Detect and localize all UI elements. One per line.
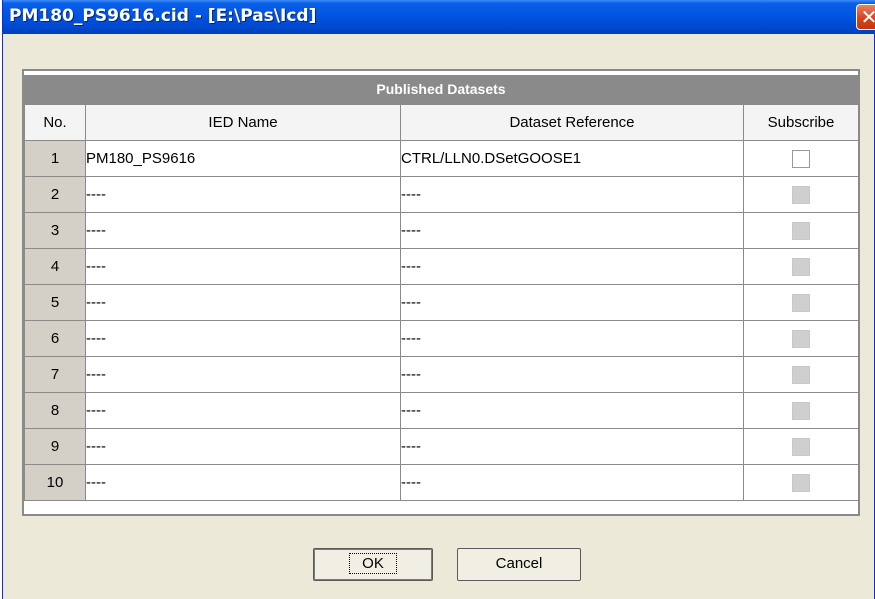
ied-name-cell[interactable]: ---- — [85, 428, 401, 465]
row-number: 8 — [24, 392, 86, 429]
dataset-reference-cell[interactable]: ---- — [400, 428, 744, 465]
row-number: 4 — [24, 248, 86, 285]
subscribe-checkbox — [792, 437, 810, 456]
close-icon[interactable]: ✕ — [856, 4, 875, 30]
row-number: 3 — [24, 212, 86, 249]
dialog-window: PM180_PS9616.cid - [E:\Pas\Icd] ✕ Publis… — [2, 0, 875, 599]
row-number: 10 — [24, 464, 86, 501]
ied-name-cell[interactable]: ---- — [85, 284, 401, 321]
subscribe-cell — [743, 320, 859, 357]
subscribe-cell — [743, 176, 859, 213]
row-number: 7 — [24, 356, 86, 393]
table-row[interactable]: 5 ---- ---- — [24, 284, 859, 321]
ied-name-cell[interactable]: ---- — [85, 464, 401, 501]
subscribe-cell — [743, 248, 859, 285]
dataset-reference-cell[interactable]: ---- — [400, 176, 744, 213]
window-title: PM180_PS9616.cid - [E:\Pas\Icd] — [9, 6, 317, 26]
subscribe-cell — [743, 212, 859, 249]
subscribe-checkbox[interactable] — [792, 149, 810, 168]
row-number: 1 — [24, 140, 86, 177]
cancel-button[interactable]: Cancel — [457, 548, 581, 581]
dataset-reference-cell[interactable]: ---- — [400, 356, 744, 393]
subscribe-checkbox — [792, 329, 810, 348]
table-row[interactable]: 2 ---- ---- — [24, 176, 859, 213]
ied-name-cell[interactable]: ---- — [85, 320, 401, 357]
table-row[interactable]: 9 ---- ---- — [24, 428, 859, 465]
ied-name-cell[interactable]: ---- — [85, 356, 401, 393]
ok-button[interactable]: OK — [313, 548, 433, 581]
table-row[interactable]: 7 ---- ---- — [24, 356, 859, 393]
dataset-reference-cell[interactable]: ---- — [400, 212, 744, 249]
table-row[interactable]: 1 PM180_PS9616 CTRL/LLN0.DSetGOOSE1 — [24, 140, 859, 177]
subscribe-checkbox — [792, 257, 810, 276]
dataset-reference-cell[interactable]: CTRL/LLN0.DSetGOOSE1 — [400, 140, 744, 177]
table-row[interactable]: 4 ---- ---- — [24, 248, 859, 285]
table-header-row: No. IED Name Dataset Reference Subscribe — [24, 104, 859, 141]
subscribe-cell — [743, 284, 859, 321]
subscribe-checkbox — [792, 401, 810, 420]
row-number: 5 — [24, 284, 86, 321]
dataset-reference-cell[interactable]: ---- — [400, 464, 744, 501]
subscribe-cell — [743, 428, 859, 465]
row-number: 9 — [24, 428, 86, 465]
subscribe-cell — [743, 356, 859, 393]
ok-button-label: OK — [349, 553, 397, 574]
subscribe-cell — [743, 392, 859, 429]
subscribe-checkbox — [792, 293, 810, 312]
dataset-reference-cell[interactable]: ---- — [400, 284, 744, 321]
dataset-reference-cell[interactable]: ---- — [400, 392, 744, 429]
subscribe-checkbox — [792, 185, 810, 204]
dataset-reference-cell[interactable]: ---- — [400, 320, 744, 357]
subscribe-checkbox — [792, 473, 810, 492]
ied-name-cell[interactable]: ---- — [85, 176, 401, 213]
column-header-no: No. — [24, 104, 86, 141]
table-row[interactable]: 8 ---- ---- — [24, 392, 859, 429]
ied-name-cell[interactable]: PM180_PS9616 — [85, 140, 401, 177]
subscribe-cell — [743, 464, 859, 501]
table-row[interactable]: 6 ---- ---- — [24, 320, 859, 357]
subscribe-cell — [743, 140, 859, 177]
subscribe-checkbox — [792, 221, 810, 240]
title-bar[interactable]: PM180_PS9616.cid - [E:\Pas\Icd] ✕ — [3, 0, 875, 34]
grid-caption: Published Datasets — [22, 75, 860, 104]
row-number: 2 — [24, 176, 86, 213]
table-row[interactable]: 10 ---- ---- — [24, 464, 859, 501]
ied-name-cell[interactable]: ---- — [85, 248, 401, 285]
datasets-table: No. IED Name Dataset Reference Subscribe… — [24, 104, 859, 501]
table-body: 1 PM180_PS9616 CTRL/LLN0.DSetGOOSE1 2 ---- --… — [24, 140, 859, 501]
column-header-dataset-reference: Dataset Reference — [400, 104, 744, 141]
table-row[interactable]: 3 ---- ---- — [24, 212, 859, 249]
ied-name-cell[interactable]: ---- — [85, 392, 401, 429]
dataset-reference-cell[interactable]: ---- — [400, 248, 744, 285]
column-header-subscribe: Subscribe — [743, 104, 859, 141]
subscribe-checkbox — [792, 365, 810, 384]
ied-name-cell[interactable]: ---- — [85, 212, 401, 249]
row-number: 6 — [24, 320, 86, 357]
column-header-ied-name: IED Name — [85, 104, 401, 141]
